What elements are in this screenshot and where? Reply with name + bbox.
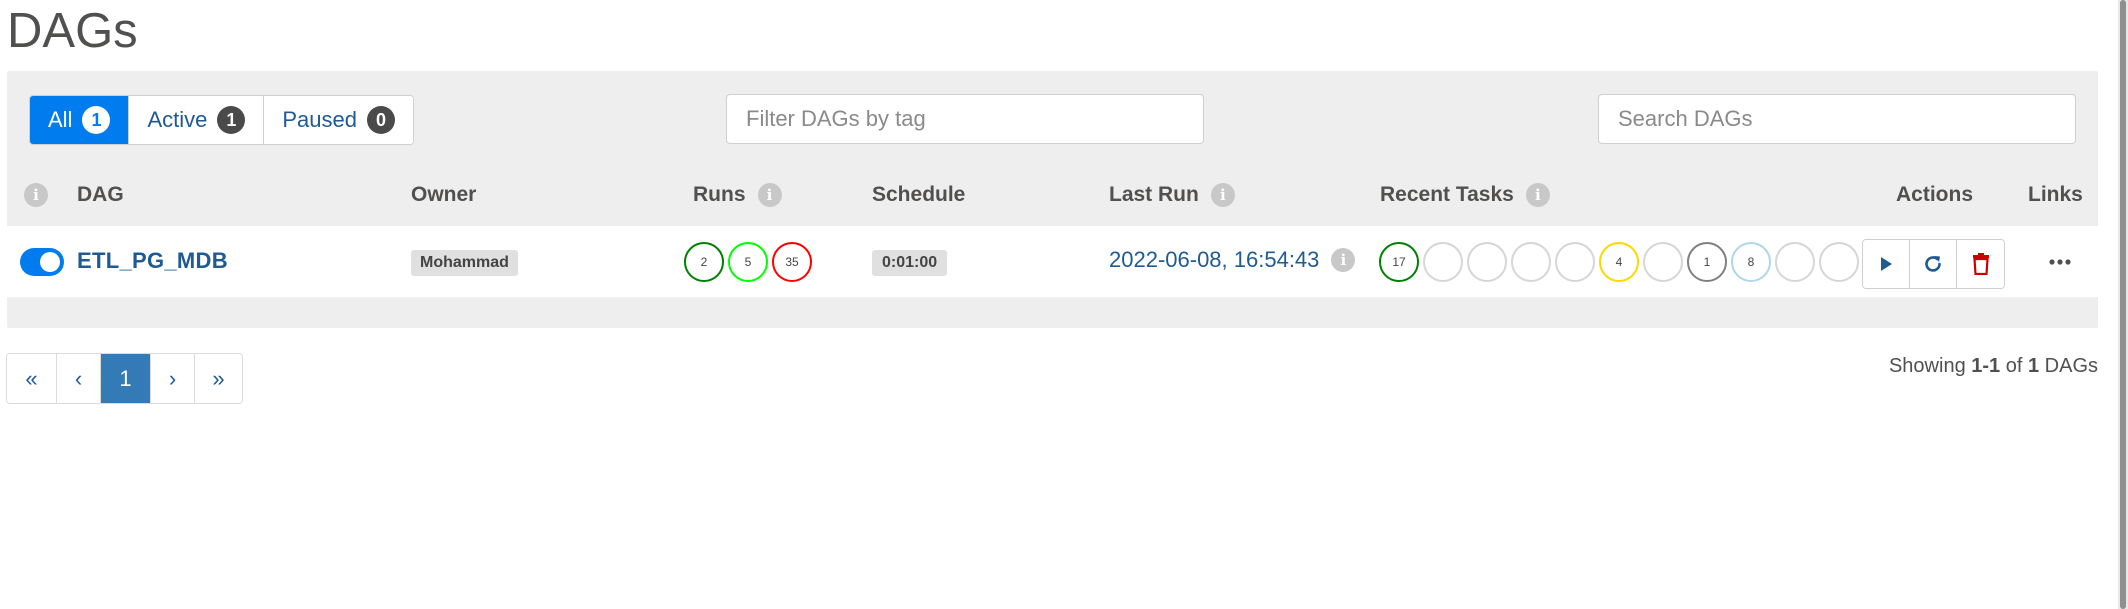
task-state-circle[interactable]: 4: [1599, 242, 1639, 282]
run-running-circle[interactable]: 5: [728, 242, 768, 282]
task-state-count: 1: [1703, 255, 1711, 269]
actions-header-label: Actions: [1896, 183, 1974, 206]
status-filter-group: All 1 Active 1 Paused 0: [29, 95, 414, 145]
info-icon[interactable]: i: [24, 183, 48, 207]
last-run-header-label: Last Run: [1109, 183, 1199, 206]
filter-active-count: 1: [217, 106, 246, 134]
play-icon: [1881, 257, 1892, 271]
task-state-circle[interactable]: [1643, 242, 1683, 282]
filter-all-label: All: [48, 107, 73, 132]
task-state-circle[interactable]: 17: [1379, 242, 1419, 282]
owner-label[interactable]: Mohammad: [411, 250, 518, 276]
links-column-header: Links: [2028, 183, 2083, 207]
showing-prefix: Showing: [1888, 355, 1966, 377]
showing-of: of: [2005, 355, 2023, 377]
refresh-dag-button[interactable]: [1910, 240, 1957, 288]
current-page-button[interactable]: 1: [101, 354, 151, 403]
trash-icon: [1972, 253, 1989, 275]
last-run-column-header: Last Run i: [1109, 183, 1235, 207]
info-icon[interactable]: i: [757, 183, 782, 207]
task-state-circle[interactable]: 8: [1731, 242, 1771, 282]
dag-pause-toggle[interactable]: [20, 248, 64, 276]
run-failed-count: 35: [785, 255, 799, 269]
task-state-circle[interactable]: 1: [1687, 242, 1727, 282]
run-success-count: 2: [700, 255, 708, 269]
actions-column-header: Actions: [1896, 183, 1973, 207]
dag-id-link[interactable]: ETL_PG_MDB: [77, 248, 228, 274]
showing-range: 1-1: [1971, 355, 2001, 377]
filter-paused-count: 0: [367, 106, 395, 134]
page-title: DAGs: [7, 4, 138, 58]
runs-header-label: Runs: [693, 183, 746, 206]
filter-active-button[interactable]: Active 1: [129, 96, 265, 144]
info-icon[interactable]: i: [1210, 183, 1235, 207]
refresh-icon: [1925, 256, 1941, 272]
runs-column-header: Runs i: [693, 183, 782, 207]
links-more-button[interactable]: [2040, 244, 2080, 280]
first-page-button[interactable]: «: [7, 354, 57, 403]
schedule-column-header: Schedule: [872, 183, 965, 207]
task-state-count: 8: [1747, 255, 1755, 269]
owner-header-label: Owner: [411, 183, 477, 206]
dags-panel: All 1 Active 1 Paused 0 i DAG Owner Runs…: [7, 71, 2098, 328]
search-dags-input[interactable]: [1598, 94, 2076, 144]
recent-tasks-header-label: Recent Tasks: [1380, 183, 1514, 206]
filter-active-label: Active: [147, 107, 208, 132]
run-success-circle[interactable]: 2: [684, 242, 724, 282]
task-state-circle[interactable]: [1467, 242, 1507, 282]
showing-count: Showing 1-1 of 1 DAGs: [1889, 355, 2098, 378]
delete-dag-button[interactable]: [1957, 240, 2004, 288]
last-page-button[interactable]: »: [195, 354, 242, 403]
task-state-circle[interactable]: [1423, 242, 1463, 282]
run-running-count: 5: [744, 255, 752, 269]
recent-tasks-column-header: Recent Tasks i: [1380, 183, 1550, 207]
task-state-count: 4: [1615, 255, 1623, 269]
task-state-count: 17: [1392, 255, 1406, 269]
task-state-circle[interactable]: [1819, 242, 1859, 282]
info-icon[interactable]: i: [1331, 248, 1356, 272]
run-failed-circle[interactable]: 35: [772, 242, 812, 282]
scrollbar[interactable]: [2118, 0, 2128, 609]
showing-total: 1: [2027, 355, 2040, 377]
next-page-button[interactable]: ›: [151, 354, 195, 403]
pagination: « ‹ 1 › »: [6, 353, 243, 404]
last-run-link[interactable]: 2022-06-08, 16:54:43: [1109, 247, 1319, 273]
owner-column-header: Owner: [411, 183, 476, 207]
task-state-circle[interactable]: [1775, 242, 1815, 282]
dag-column-header: DAG: [77, 183, 124, 207]
table-row: ETL_PG_MDB Mohammad 2 5 35 0:01:00 2022-…: [7, 226, 2098, 297]
trigger-dag-button[interactable]: [1863, 240, 1910, 288]
dag-actions: [1862, 239, 2005, 289]
task-state-circle[interactable]: [1511, 242, 1551, 282]
filter-paused-label: Paused: [282, 107, 357, 132]
last-run: 2022-06-08, 16:54:43 i: [1109, 247, 1356, 273]
showing-suffix: DAGs: [2044, 355, 2098, 377]
more-icon: [2049, 259, 2071, 265]
filter-paused-button[interactable]: Paused 0: [264, 96, 413, 144]
toggle-column-header: i: [24, 183, 48, 207]
tag-filter-input[interactable]: [726, 94, 1204, 144]
task-state-circle[interactable]: [1555, 242, 1595, 282]
schedule-label[interactable]: 0:01:00: [872, 250, 948, 276]
dag-header-label: DAG: [77, 183, 124, 206]
prev-page-button[interactable]: ‹: [57, 354, 101, 403]
filter-all-button[interactable]: All 1: [30, 96, 130, 144]
filter-all-count: 1: [82, 106, 111, 134]
schedule-header-label: Schedule: [872, 183, 966, 206]
info-icon[interactable]: i: [1525, 183, 1550, 207]
scrollbar-thumb[interactable]: [2120, 0, 2126, 609]
links-header-label: Links: [2028, 183, 2083, 206]
